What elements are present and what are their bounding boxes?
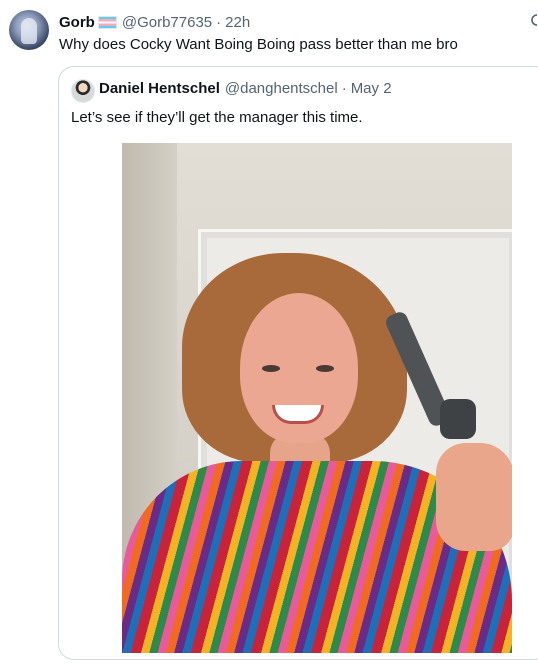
- quoted-separator-dot: ·: [341, 80, 347, 97]
- quoted-photo[interactable]: [122, 143, 512, 653]
- quoted-avatar[interactable]: [71, 79, 95, 103]
- quoted-author-name[interactable]: Daniel Hentschel: [99, 80, 220, 97]
- tweet-time[interactable]: 22h: [225, 14, 250, 31]
- quoted-header: Daniel Hentschel @danghentschel · May 2: [99, 80, 392, 97]
- author-handle[interactable]: @Gorb77635: [122, 14, 212, 31]
- photo-right-eye: [316, 365, 334, 372]
- photo-left-eye: [262, 365, 280, 372]
- separator-dot: ·: [216, 13, 222, 31]
- transgender-flag-icon: [97, 15, 117, 29]
- quoted-tweet[interactable]: Daniel Hentschel @danghentschel · May 2 …: [58, 66, 538, 660]
- avatar[interactable]: [9, 10, 49, 50]
- quoted-author-handle[interactable]: @danghentschel: [225, 80, 338, 97]
- photo-hand: [436, 443, 512, 551]
- quoted-date[interactable]: May 2: [351, 80, 392, 97]
- quoted-text: Let’s see if they’ll get the manager thi…: [71, 109, 363, 126]
- avatar-figure: [21, 18, 37, 44]
- tweet-text: Why does Cocky Want Boing Boing pass bet…: [59, 36, 458, 53]
- photo-gun-cylinder: [440, 399, 476, 439]
- tweet-header: Gorb @Gorb77635 · 22h: [59, 12, 250, 32]
- author-name[interactable]: Gorb: [59, 14, 95, 31]
- grok-icon[interactable]: [527, 13, 538, 27]
